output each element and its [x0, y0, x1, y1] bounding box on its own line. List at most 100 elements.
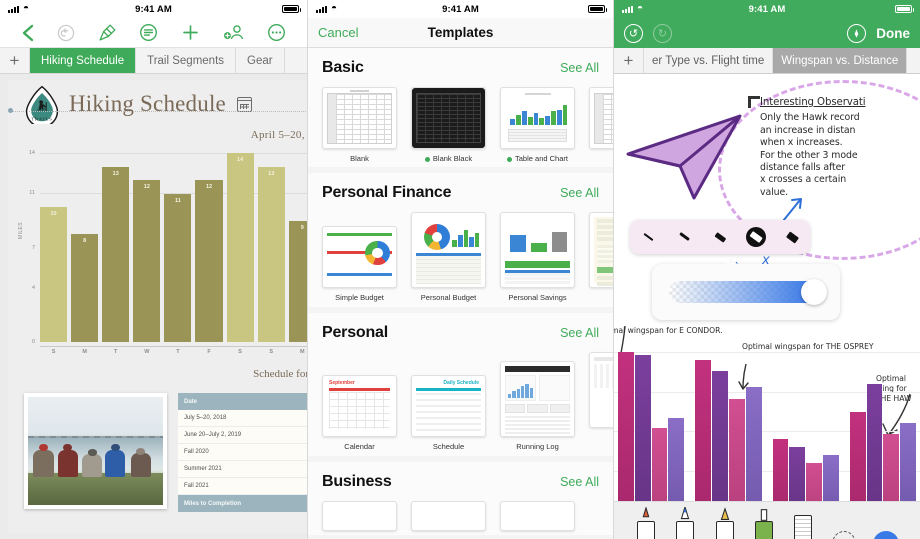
- opacity-slider-popover[interactable]: [652, 257, 840, 320]
- section-title: Basic: [322, 59, 364, 76]
- spreadsheet-canvas[interactable]: TRAILS Hiking Schedule April 5–20, 2020 …: [0, 74, 307, 539]
- x-tick-1: M: [82, 349, 87, 355]
- bar-6[interactable]: 14: [226, 153, 254, 342]
- color-swatch-button[interactable]: [873, 531, 900, 539]
- sheet-tab-flight-time[interactable]: er Type vs. Flight time: [644, 48, 774, 73]
- cell-date: Summer 2021: [184, 466, 222, 472]
- table-row[interactable]: July 5–20, 2018 Cape: [178, 410, 307, 427]
- template-personal-savings[interactable]: Personal Savings: [500, 212, 575, 302]
- template-my-stocks[interactable]: My Stoc: [589, 212, 613, 302]
- marker-pen-icon[interactable]: [635, 507, 657, 539]
- x-tick-7: S: [269, 349, 274, 355]
- bar-3[interactable]: 12: [133, 180, 161, 342]
- pen-style-medium[interactable]: [674, 227, 694, 247]
- opacity-slider[interactable]: [669, 279, 827, 305]
- bar-group-2[interactable]: [772, 352, 839, 510]
- bar-0[interactable]: 10: [40, 207, 68, 342]
- section-header: Business See All: [308, 462, 613, 495]
- y-tick-4: 4: [31, 284, 35, 291]
- see-all-personal-link[interactable]: See All: [560, 326, 599, 340]
- status-clock: 9:41 AM: [442, 3, 479, 15]
- organize-icon[interactable]: [139, 23, 158, 42]
- pen-style-thin[interactable]: [638, 227, 658, 247]
- template-blank[interactable]: Blank: [322, 87, 397, 163]
- template-business-2[interactable]: [411, 500, 486, 531]
- pen-style-chisel[interactable]: [782, 227, 802, 247]
- calendar-icon: [236, 96, 252, 112]
- done-button[interactable]: Done: [876, 26, 910, 41]
- bar-5[interactable]: 12: [195, 180, 223, 342]
- template-running-log[interactable]: Running Log: [500, 361, 575, 451]
- template-personal-budget[interactable]: Personal Budget: [411, 212, 486, 302]
- bar-8[interactable]: 9: [288, 220, 307, 342]
- bar-2[interactable]: 13: [102, 166, 130, 342]
- hikers-photo[interactable]: [24, 393, 167, 509]
- add-icon[interactable]: [181, 23, 200, 42]
- hiking-miles-bar-chart[interactable]: MILES 14 11 7 4 0 10 8 13 12 11 12 14 13…: [8, 147, 307, 362]
- pen-style-marker-selected[interactable]: [746, 227, 766, 247]
- add-sheet-button[interactable]: +: [614, 48, 644, 73]
- template-business-3[interactable]: [500, 500, 575, 531]
- bar-1[interactable]: 8: [71, 234, 99, 342]
- table-row[interactable]: June 20–July 2, 2019 Ore: [178, 427, 307, 444]
- sheet-tab-hiking-schedule[interactable]: Hiking Schedule: [30, 48, 137, 73]
- opacity-slider-knob[interactable]: [801, 279, 827, 305]
- see-all-business-link[interactable]: See All: [560, 475, 599, 489]
- note-line-6: value.: [760, 186, 788, 198]
- bar-group-1[interactable]: [695, 352, 762, 510]
- document-lower-section: Schedule for Date Segment: [8, 368, 307, 528]
- template-simple-budget[interactable]: Simple Budget: [322, 226, 397, 302]
- lasso-select-icon[interactable]: [831, 531, 856, 539]
- pen-tool-icon[interactable]: [847, 23, 867, 43]
- undo-icon[interactable]: [57, 24, 75, 42]
- date-range-label: April 5–20, 2020: [250, 129, 307, 141]
- bar-7[interactable]: 13: [257, 166, 285, 342]
- template-schedule[interactable]: Daily Schedule Schedule: [411, 375, 486, 451]
- undo-icon[interactable]: ↺: [624, 23, 643, 43]
- svg-text:TRAILS: TRAILS: [31, 116, 52, 121]
- status-clock: 9:41 AM: [135, 3, 172, 15]
- table-row[interactable]: Summer 2021 Wa: [178, 461, 307, 478]
- back-chevron-icon[interactable]: [21, 24, 34, 42]
- bar-group-3[interactable]: [849, 352, 916, 510]
- add-sheet-button[interactable]: +: [0, 48, 30, 73]
- schedule-table[interactable]: Date Segment July 5–20, 2018 Cape June 2…: [178, 393, 307, 512]
- template-thumbnail: [500, 361, 575, 438]
- more-icon[interactable]: [267, 23, 286, 42]
- cell-date: June 20–July 2, 2019: [184, 432, 242, 438]
- templates-scroll-list[interactable]: Basic See All Blank Blank Black Table an…: [308, 48, 613, 539]
- eraser-icon[interactable]: [792, 507, 814, 539]
- template-table-and-chart[interactable]: Table and Chart: [500, 87, 575, 163]
- template-row: [308, 495, 613, 533]
- crayon-icon[interactable]: [714, 507, 736, 539]
- table-footer-label: Miles to Completion: [184, 500, 241, 507]
- template-calendar[interactable]: September Calendar: [322, 375, 397, 451]
- format-brush-icon[interactable]: [98, 23, 117, 42]
- see-all-basic-link[interactable]: See All: [560, 61, 599, 75]
- template-partial[interactable]: [589, 87, 613, 163]
- photo-people: [28, 440, 163, 477]
- sheet-tab-trail-segments[interactable]: Trail Segments: [136, 48, 237, 73]
- table-row[interactable]: Fall 2020 Ore: [178, 444, 307, 461]
- see-all-finance-link[interactable]: See All: [560, 186, 599, 200]
- drawing-canvas[interactable]: x Interesting Observati Only the Hawk re…: [614, 74, 920, 539]
- sheet-surface[interactable]: TRAILS Hiking Schedule April 5–20, 2020 …: [8, 80, 307, 533]
- pen-style-thick[interactable]: [710, 227, 730, 247]
- pencil-icon[interactable]: [674, 507, 696, 539]
- pen-style-popover[interactable]: [630, 220, 810, 254]
- sheet-tab-wingspan-distance[interactable]: Wingspan vs. Distance: [773, 48, 908, 73]
- template-thumbnail: [322, 87, 397, 149]
- template-business-1[interactable]: [322, 500, 397, 531]
- sheet-tab-gear[interactable]: Gear: [236, 48, 285, 73]
- bar-group-0[interactable]: [618, 352, 685, 510]
- bar-4[interactable]: 11: [164, 193, 192, 342]
- redo-icon[interactable]: ↻: [653, 23, 672, 43]
- template-caption: Calendar: [344, 442, 375, 452]
- table-row[interactable]: Fall 2021 Wa: [178, 478, 307, 495]
- drawing-tool-tray[interactable]: [614, 501, 920, 539]
- highlighter-icon[interactable]: [753, 507, 775, 539]
- template-home-improvement[interactable]: HoImprov: [589, 351, 613, 452]
- template-blank-black[interactable]: Blank Black: [411, 87, 486, 163]
- collaborate-icon[interactable]: [223, 23, 244, 42]
- x-tick-0: S: [51, 349, 56, 355]
